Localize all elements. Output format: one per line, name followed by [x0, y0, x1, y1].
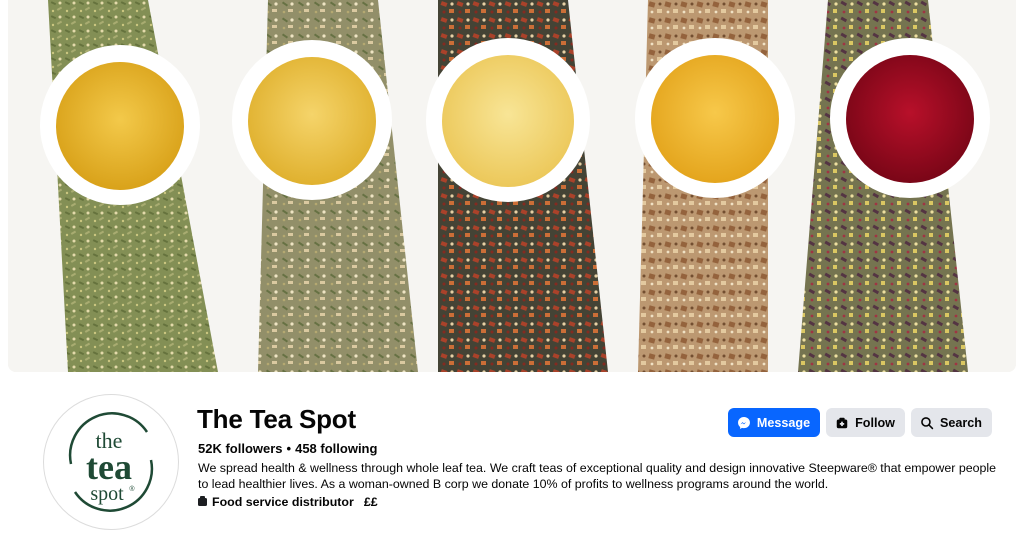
briefcase-icon [198, 496, 207, 506]
profile-avatar[interactable]: the tea spot ® [43, 394, 179, 530]
cover-photo[interactable] [8, 0, 1016, 372]
profile-header: the tea spot ® The Tea Spot 52K follower… [0, 372, 1024, 545]
logo-word-tea: tea [86, 447, 132, 487]
stats-separator: • [286, 441, 292, 456]
cover-illustration [8, 0, 1016, 372]
page-category: Food service distributor [212, 495, 354, 509]
tea-spot-logo: the tea spot ® [68, 412, 154, 512]
search-icon [921, 416, 934, 429]
page-title: The Tea Spot [197, 404, 356, 434]
page-meta: Food service distributor ££ [198, 495, 378, 509]
logo-word-spot: spot [90, 483, 124, 505]
search-button-label: Search [939, 415, 982, 430]
follow-stats: 52K followers • 458 following [198, 441, 377, 456]
price-range: ££ [363, 495, 378, 509]
follow-button-label: Follow [855, 415, 895, 430]
following-count-link[interactable]: 458 following [295, 441, 377, 456]
page-bio: We spread health & wellness through whol… [198, 461, 997, 491]
profile-actions: Message Follow Search [727, 408, 992, 437]
follow-button[interactable]: Follow [826, 408, 905, 437]
logo-registered-mark: ® [129, 485, 135, 493]
message-button[interactable]: Message [727, 408, 821, 437]
followers-count-link[interactable]: 52K followers [198, 441, 283, 456]
search-button[interactable]: Search [910, 408, 992, 437]
messenger-icon [737, 416, 750, 429]
follow-icon [836, 417, 848, 428]
message-button-label: Message [756, 415, 811, 430]
